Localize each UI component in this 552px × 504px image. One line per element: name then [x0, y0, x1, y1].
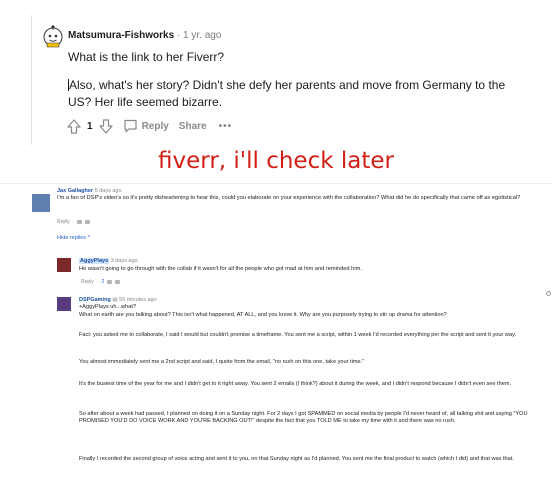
comment-text: I'm a fan of DSP's video's so it's prett… [57, 195, 521, 201]
channel-badge-icon: ▤ [112, 297, 118, 303]
reply-actions: Reply · 2 [81, 279, 121, 285]
more-options-button[interactable]: ••• [219, 121, 233, 132]
reply-header: AggyPlays 3 days ago [79, 258, 138, 264]
user-avatar[interactable] [32, 194, 50, 212]
thumbs-down-icon[interactable] [115, 280, 121, 284]
reply-paragraph: What on earth are you talking about? Thi… [79, 312, 447, 318]
hide-replies-button[interactable]: Hide replies ^ [57, 235, 90, 241]
comment-header: Jax Gallagher 5 days ago [57, 188, 122, 194]
reply-button[interactable]: Reply [123, 119, 169, 133]
author-link[interactable]: Jax Gallagher [57, 188, 93, 194]
separator-dot: · [96, 279, 99, 285]
speech-bubble-icon [123, 119, 138, 133]
reply-paragraph: So after about a week had passed, I plan… [79, 411, 528, 425]
reply-paragraph: Fact: you asked me to collaborate, I sai… [79, 332, 517, 338]
comment-paragraph-1: What is the link to her Fiverr? [68, 50, 225, 64]
share-button[interactable]: Share [179, 121, 207, 132]
reply-button[interactable]: Reply [57, 219, 70, 225]
timestamp[interactable]: 50 minutes ago [119, 297, 157, 303]
separator-dot: · [72, 219, 75, 225]
timestamp[interactable]: 3 days ago [111, 258, 138, 264]
snoo-avatar-icon[interactable] [41, 24, 65, 48]
reply-label: Reply [141, 120, 169, 132]
reply-text: He wasn't going to go through with the c… [79, 266, 362, 272]
reply-paragraph: Finally I recorded the second group of v… [79, 456, 514, 462]
comment-header: Matsumura-Fishworks · 1 yr. ago [68, 30, 221, 41]
author-link[interactable]: DSPGaming [79, 297, 111, 303]
separator-dot: · [176, 30, 181, 41]
upvote-icon[interactable] [67, 118, 81, 134]
like-count: 2 [101, 279, 105, 285]
reply-paragraph: You almost immediately sent me a 2nd scr… [79, 359, 365, 365]
username[interactable]: Matsumura-Fishworks [68, 30, 174, 41]
downvote-icon[interactable] [98, 118, 113, 134]
user-avatar[interactable] [57, 297, 71, 311]
comment-actions: 1 Reply Share ••• [67, 117, 232, 135]
author-link[interactable]: AggyPlays [79, 258, 110, 264]
reply-button[interactable]: Reply [81, 279, 94, 285]
share-label: Share [178, 120, 207, 132]
youtube-comments: Jax Gallagher 5 days ago I'm a fan of DS… [0, 183, 552, 504]
thread-line[interactable] [31, 15, 32, 145]
comment-paragraph-2: Also, what's her story? Didn't she defy … [68, 77, 528, 111]
comment-actions: Reply · [57, 219, 91, 225]
reply-mention: +AggyPlays uh...what? [79, 304, 137, 310]
comment-paragraph-2-text: Also, what's her story? Didn't she defy … [68, 78, 506, 109]
timestamp[interactable]: 1 yr. ago [183, 30, 221, 41]
thumbs-up-icon[interactable] [77, 220, 83, 224]
timestamp[interactable]: 5 days ago [95, 188, 122, 194]
scroll-indicator[interactable] [546, 291, 551, 296]
thumbs-down-icon[interactable] [85, 220, 91, 224]
vote-score: 1 [87, 120, 93, 132]
user-avatar[interactable] [57, 258, 71, 272]
handwritten-annotation: fiverr, i'll check later [158, 148, 394, 174]
reddit-comment: Matsumura-Fishworks · 1 yr. ago What is … [0, 0, 552, 148]
thumbs-up-icon[interactable] [107, 280, 113, 284]
reply-header: DSPGaming ▤ 50 minutes ago [79, 297, 157, 303]
reply-paragraph: It's the busiest time of the year for me… [79, 381, 512, 387]
